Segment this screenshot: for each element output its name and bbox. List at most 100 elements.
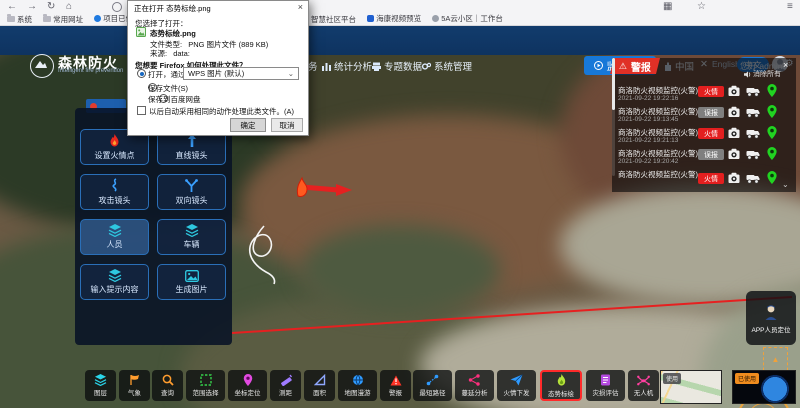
toolbar-layers[interactable]: 图层 [85, 370, 116, 401]
drone-icon [637, 375, 650, 386]
folder-icon [7, 16, 15, 22]
forward-icon[interactable]: → [27, 1, 37, 13]
fire-badge[interactable]: 火情 [698, 86, 724, 97]
app-locate-widget[interactable]: APP人员定位 [746, 291, 796, 345]
radio-save-file-label[interactable]: 保存文件(S) [148, 83, 188, 94]
camera-icon[interactable] [728, 172, 740, 184]
bookmark-hik-preview[interactable]: 海康视频预览 [367, 13, 421, 24]
basemap-globe-thumbnail[interactable]: 已使用 [732, 370, 796, 404]
location-pin-icon[interactable] [767, 126, 777, 139]
basemap-street-thumbnail[interactable]: 使用 [660, 370, 722, 404]
fire-badge[interactable]: 火情 [698, 128, 724, 139]
menu-thematic-data[interactable]: 专题数据 [372, 59, 422, 73]
ok-button[interactable]: 确定 [230, 118, 266, 132]
scroll-down-chevron-icon[interactable]: ⌄ [782, 180, 789, 189]
toolbar-search[interactable]: 查询 [152, 370, 183, 401]
reload-icon[interactable]: ↻ [47, 1, 55, 13]
alarm-close-icon[interactable]: × [783, 60, 788, 70]
bookmark-folder-system[interactable]: 系统 [7, 14, 32, 25]
back-icon[interactable]: ← [7, 1, 17, 13]
up-arrow-icon[interactable]: ▲ [772, 355, 780, 364]
red-arrow-head [336, 184, 352, 196]
tool-personnel[interactable]: 人员 [80, 219, 149, 255]
toolbar-measure-area[interactable]: 面积 [304, 370, 335, 401]
checkbox-remember-action[interactable] [137, 106, 146, 115]
menu-system-management[interactable]: 系统管理 [422, 59, 472, 73]
checkbox-remember-label[interactable]: 以后自动采用相同的动作处理此类文件。(A) [149, 106, 294, 117]
radio-open-with[interactable] [137, 69, 146, 78]
alarm-row-time: 2021-09-22 19:22:16 [618, 95, 678, 102]
cancel-button[interactable]: 取消 [271, 118, 303, 132]
map-fire-icon[interactable] [297, 178, 307, 197]
toolbar-alarm[interactable]: 警报 [380, 370, 411, 401]
warning-triangle-icon [390, 375, 402, 386]
tool-label: 生成图片 [176, 284, 208, 295]
radio-save-netdisk-label[interactable]: 保存到百度网盘 [148, 94, 201, 105]
toolbar-shortest-path[interactable]: 最短路径 [413, 370, 452, 401]
set-square-icon [314, 374, 326, 386]
fire-truck-icon[interactable] [746, 86, 760, 97]
location-pin-icon[interactable] [767, 105, 777, 118]
toolbar-label: 态势标绘 [548, 388, 574, 398]
menu-statistics[interactable]: 统计分析 [322, 59, 372, 73]
layers-icon [108, 269, 122, 282]
flame-plot-icon [555, 374, 568, 387]
menu-icon[interactable]: ≡ [787, 1, 793, 13]
fire-truck-icon[interactable] [746, 149, 760, 160]
apps-grid-icon[interactable]: ▦ [663, 1, 672, 13]
alarm-row-title[interactable]: 商洛防火视频监控(火警) [618, 169, 698, 180]
alarm-scrollbar[interactable] [612, 74, 615, 176]
download-dialog: 正在打开 态势标绘.png × 您选择了打开： 态势标绘.png 文件类型: P… [127, 0, 309, 136]
alarm-row-time: 2021-09-22 19:21:13 [618, 137, 678, 144]
bookmark-folder-common[interactable]: 常用网址 [43, 14, 83, 25]
camera-icon[interactable] [728, 106, 740, 118]
tool-label: 攻击镜头 [99, 195, 131, 206]
toolbar-spread-analysis[interactable]: 蔓延分析 [455, 370, 494, 401]
camera-icon[interactable] [728, 127, 740, 139]
toolbar-drone[interactable]: 无人机 [628, 370, 659, 401]
dialog-filename: 态势标绘.png [150, 28, 196, 39]
home-icon[interactable]: ⌂ [66, 1, 72, 13]
location-pin-icon[interactable] [767, 171, 777, 184]
dialog-close-icon[interactable]: × [298, 2, 303, 12]
fire-truck-icon[interactable] [746, 173, 760, 184]
site-favicon [367, 15, 374, 22]
tool-input-prompt[interactable]: 输入提示内容 [80, 264, 149, 300]
open-with-dropdown[interactable]: WPS 图片 (默认) ⌄ [183, 67, 299, 80]
scrollbar-thumb[interactable] [612, 58, 615, 110]
toolbar-label: 坐标定位 [235, 387, 261, 397]
app-navbar: 森林防火 Intelligent fire prevention 深圳 务 统计… [0, 25, 800, 55]
tool-attack-lens[interactable]: 攻击镜头 [80, 174, 149, 210]
red-plot-line[interactable] [232, 297, 792, 333]
bookmark-5a-workbench[interactable]: 5A云小区｜工作台 [432, 13, 503, 24]
fire-badge[interactable]: 火情 [698, 173, 724, 184]
toolbar-fire-dispatch[interactable]: 火情下发 [497, 370, 536, 401]
location-pin-icon[interactable] [767, 84, 777, 97]
location-pin-icon[interactable] [767, 147, 777, 160]
tool-vehicle[interactable]: 车辆 [157, 219, 226, 255]
toolbar-measure-distance[interactable]: 测距 [270, 370, 301, 401]
camera-icon[interactable] [728, 85, 740, 97]
tool-bidirectional-lens[interactable]: 双向镜头 [157, 174, 226, 210]
menu-fragment[interactable]: 务 [308, 59, 318, 73]
camera-icon[interactable] [728, 148, 740, 160]
false-alarm-badge[interactable]: 误报 [698, 107, 724, 118]
toolbar-coordinate-locate[interactable]: 坐标定位 [228, 370, 267, 401]
tool-generate-image[interactable]: 生成图片 [157, 264, 226, 300]
false-alarm-badge[interactable]: 误报 [698, 149, 724, 160]
fire-truck-icon[interactable] [746, 128, 760, 139]
white-sketch[interactable] [250, 226, 275, 284]
toolbar-damage-assessment[interactable]: 灾损评估 [586, 370, 625, 401]
filetype-value: PNG 图片文件 (889 KB) [188, 40, 268, 49]
bookmark-community-platform[interactable]: 智慧社区平台 [311, 14, 356, 25]
toolbar-map-roam[interactable]: 地图漫游 [338, 370, 377, 401]
bookmark-star-icon[interactable]: ☆ [697, 1, 706, 13]
toolbar-label: 图层 [94, 387, 107, 397]
clear-all-button[interactable]: 消除所有 [744, 69, 781, 79]
app-locate-label: APP人员定位 [751, 324, 790, 334]
fire-truck-icon[interactable] [746, 107, 760, 118]
toolbar-situation-plot[interactable]: 态势标绘 [540, 370, 582, 401]
toolbar-range-select[interactable]: 范围选择 [186, 370, 225, 401]
toolbar-weather[interactable]: 气象 [119, 370, 150, 401]
search-icon[interactable] [112, 2, 122, 12]
